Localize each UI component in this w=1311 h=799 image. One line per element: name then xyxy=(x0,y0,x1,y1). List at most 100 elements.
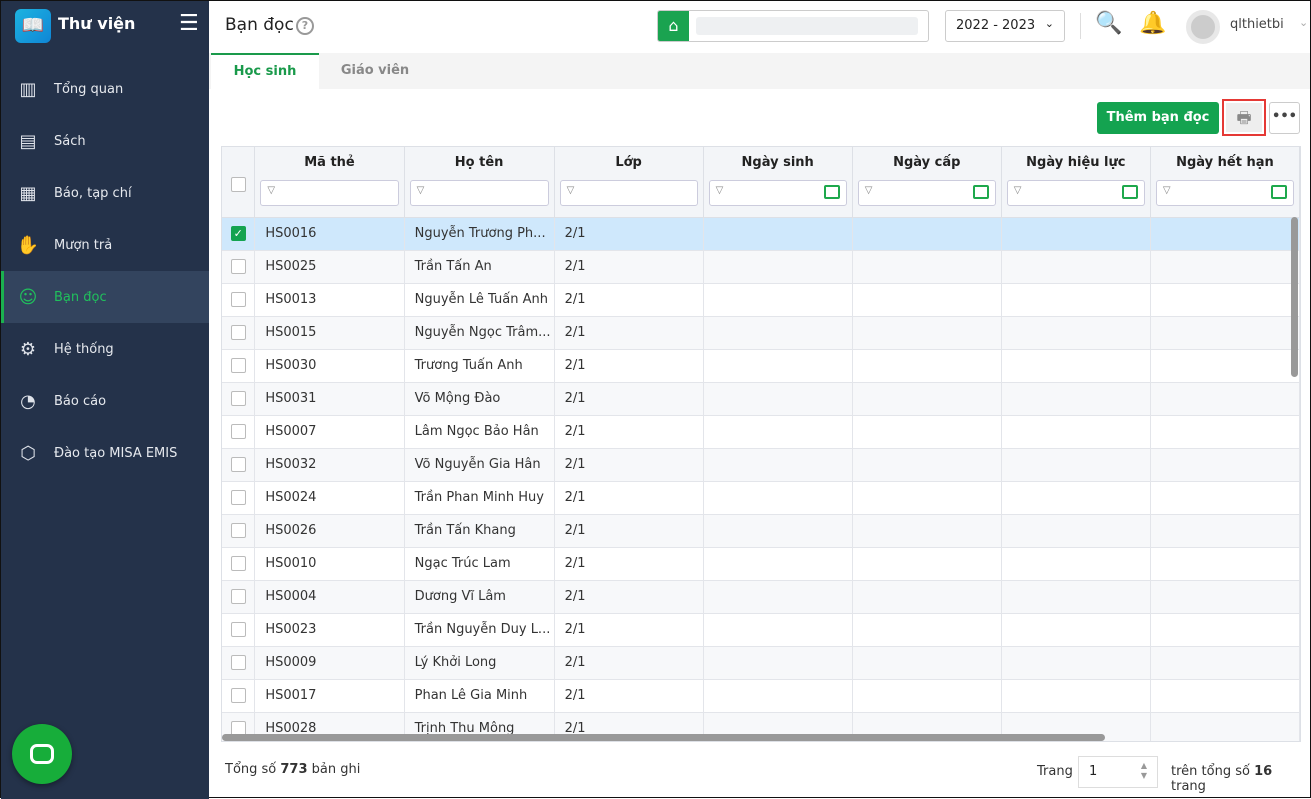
sidebar-item-borrow[interactable]: ✋ Mượn trả xyxy=(1,219,209,271)
column-filter-input[interactable]: ▽ xyxy=(1155,180,1294,206)
search-analytics-icon[interactable]: 🔍 xyxy=(1095,11,1122,36)
empty-cell xyxy=(703,613,853,647)
page-input[interactable]: 1 ▲ ▼ xyxy=(1078,756,1158,788)
row-checkbox[interactable] xyxy=(230,391,246,406)
column-filter-input[interactable]: ▽ xyxy=(857,180,996,206)
row-checkbox[interactable] xyxy=(230,358,246,373)
column-header[interactable]: Lớp ▽ xyxy=(554,147,704,218)
vertical-scrollbar[interactable] xyxy=(1291,217,1298,377)
cell: Trần Nguyễn Duy L... xyxy=(404,613,555,647)
school-selector[interactable]: ⌂ xyxy=(657,10,929,42)
empty-cell xyxy=(1150,448,1300,482)
chat-button[interactable] xyxy=(12,724,72,784)
empty-cell xyxy=(703,217,853,251)
column-filter-input[interactable]: ▽ xyxy=(409,180,549,206)
row-checkbox[interactable]: ✓ xyxy=(230,226,246,241)
row-checkbox[interactable] xyxy=(230,325,246,340)
tab-students[interactable]: Học sinh xyxy=(211,53,319,89)
row-checkbox[interactable] xyxy=(230,589,246,604)
table-row[interactable]: HS0031 Võ Mộng Đào 2/1 xyxy=(222,382,1300,416)
empty-cell xyxy=(1150,481,1300,515)
calendar-icon[interactable] xyxy=(1121,185,1138,199)
filter-icon: ▽ xyxy=(267,185,276,196)
table-row[interactable]: HS0032 Võ Nguyễn Gia Hân 2/1 xyxy=(222,448,1300,482)
table-row[interactable]: HS0017 Phan Lê Gia Minh 2/1 xyxy=(222,679,1300,713)
sidebar-item-cube[interactable]: ⬡ Đào tạo MISA EMIS xyxy=(1,427,209,479)
horizontal-scrollbar[interactable] xyxy=(222,734,1105,741)
calendar-icon[interactable] xyxy=(972,185,989,199)
cell: Võ Mộng Đào xyxy=(404,382,555,416)
row-checkbox[interactable] xyxy=(230,292,246,307)
row-checkbox[interactable] xyxy=(230,556,246,571)
stepper-icon[interactable]: ▲ ▼ xyxy=(1141,761,1147,781)
table-row[interactable]: HS0010 Ngạc Trúc Lam 2/1 xyxy=(222,547,1300,581)
empty-cell xyxy=(1001,481,1151,515)
bell-icon[interactable]: 🔔 xyxy=(1139,11,1166,36)
table-row[interactable]: HS0023 Trần Nguyễn Duy L... 2/1 xyxy=(222,613,1300,647)
empty-cell xyxy=(852,481,1002,515)
empty-cell xyxy=(1150,415,1300,449)
username[interactable]: qlthietbi xyxy=(1230,17,1284,32)
empty-cell xyxy=(852,382,1002,416)
school-year-select[interactable]: 2022 - 2023 ⌄ xyxy=(945,10,1065,42)
column-header[interactable]: Mã thẻ ▽ xyxy=(254,147,405,218)
empty-cell xyxy=(852,547,1002,581)
column-header[interactable]: Ngày sinh ▽ xyxy=(703,147,853,218)
menu-toggle-icon[interactable]: ☰ xyxy=(179,11,199,36)
more-button[interactable]: ••• xyxy=(1269,102,1300,134)
tab-teachers[interactable]: Giáo viên xyxy=(319,53,431,89)
row-checkbox[interactable] xyxy=(230,259,246,274)
sidebar-item-chart[interactable]: ▥ Tổng quan xyxy=(1,63,209,115)
sidebar-item-gear[interactable]: ⚙ Hệ thống xyxy=(1,323,209,375)
empty-cell xyxy=(852,250,1002,284)
borrow-icon: ✋ xyxy=(16,234,40,256)
add-reader-button[interactable]: Thêm bạn đọc xyxy=(1097,102,1219,134)
table-row[interactable]: HS0013 Nguyễn Lê Tuấn Anh 2/1 xyxy=(222,283,1300,317)
sidebar-item-newspaper[interactable]: ▦ Báo, tạp chí xyxy=(1,167,209,219)
table-row[interactable]: HS0024 Trần Phan Minh Huy 2/1 xyxy=(222,481,1300,515)
table-row[interactable]: HS0015 Nguyễn Ngọc Trâm... 2/1 xyxy=(222,316,1300,350)
total-records: Tổng số 773 bản ghi xyxy=(225,762,360,777)
calendar-icon[interactable] xyxy=(1271,185,1287,199)
column-header[interactable]: Họ tên ▽ xyxy=(404,147,555,218)
table-row[interactable]: HS0004 Dương Vĩ Lâm 2/1 xyxy=(222,580,1300,614)
calendar-icon[interactable] xyxy=(823,185,840,199)
row-checkbox[interactable] xyxy=(230,424,246,439)
table-row[interactable]: HS0030 Trương Tuấn Anh 2/1 xyxy=(222,349,1300,383)
row-checkbox[interactable] xyxy=(230,523,246,538)
row-checkbox[interactable] xyxy=(230,688,246,703)
column-header[interactable]: Ngày hiệu lực ▽ xyxy=(1001,147,1151,218)
row-checkbox[interactable] xyxy=(230,490,246,505)
column-filter-input[interactable]: ▽ xyxy=(260,180,399,206)
column-filter-input[interactable]: ▽ xyxy=(1006,180,1145,206)
empty-cell xyxy=(703,283,853,317)
cell: HS0032 xyxy=(254,448,405,482)
select-all-checkbox[interactable] xyxy=(230,177,246,192)
chevron-down-icon[interactable]: ⌄ xyxy=(1299,16,1308,29)
empty-cell xyxy=(1001,349,1151,383)
avatar[interactable] xyxy=(1186,10,1220,44)
row-checkbox[interactable] xyxy=(230,457,246,472)
cell: HS0015 xyxy=(254,316,405,350)
column-filter-input[interactable]: ▽ xyxy=(708,180,847,206)
table-row[interactable]: HS0009 Lý Khởi Long 2/1 xyxy=(222,646,1300,680)
row-checkbox[interactable] xyxy=(230,655,246,670)
school-name-blurred xyxy=(696,17,918,35)
table-row[interactable]: HS0026 Trần Tấn Khang 2/1 xyxy=(222,514,1300,548)
column-header[interactable]: Ngày cấp ▽ xyxy=(852,147,1002,218)
print-button[interactable]: 🖶 xyxy=(1222,99,1266,136)
table-row[interactable]: ✓ HS0016 Nguyễn Trương Ph... 2/1 xyxy=(222,217,1300,251)
sidebar-item-label: Bạn đọc xyxy=(54,289,107,305)
row-checkbox[interactable] xyxy=(230,622,246,637)
table-row[interactable]: HS0025 Trần Tấn An 2/1 xyxy=(222,250,1300,284)
sidebar-item-book[interactable]: ▤ Sách xyxy=(1,115,209,167)
table-row[interactable]: HS0007 Lâm Ngọc Bảo Hân 2/1 xyxy=(222,415,1300,449)
cell: Nguyễn Trương Ph... xyxy=(404,217,555,251)
column-header[interactable]: Ngày hết hạn ▽ xyxy=(1150,147,1300,218)
sidebar-item-reader[interactable]: ☺ Bạn đọc xyxy=(1,271,209,323)
newspaper-icon: ▦ xyxy=(19,182,37,204)
empty-cell xyxy=(852,316,1002,350)
column-filter-input[interactable]: ▽ xyxy=(559,180,698,206)
sidebar-item-pie-chart[interactable]: ◔ Báo cáo xyxy=(1,375,209,427)
help-icon[interactable]: ? xyxy=(296,17,314,35)
